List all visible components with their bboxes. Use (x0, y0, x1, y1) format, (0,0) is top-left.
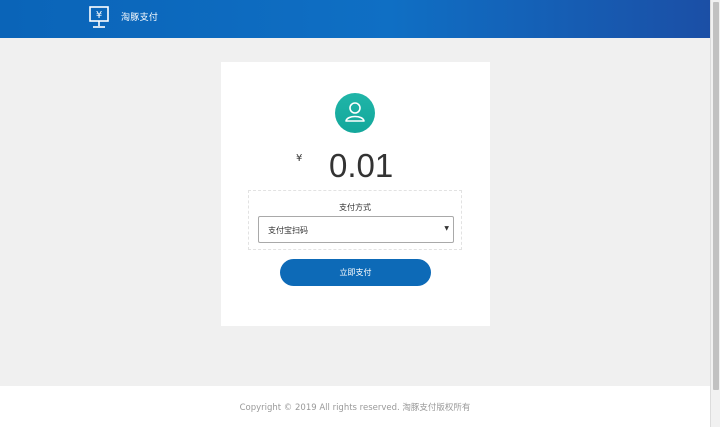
payment-method-label: 支付方式 (339, 203, 371, 212)
yen-monitor-icon[interactable]: ¥ (89, 6, 109, 30)
payment-method-section: 支付方式 支付宝扫码 ▼ (248, 190, 462, 250)
brand-name[interactable]: 淘豚支付 (121, 12, 158, 24)
avatar (335, 93, 375, 133)
scrollbar-thumb[interactable] (713, 2, 719, 390)
dropdown-arrow-icon: ▼ (444, 225, 449, 232)
top-header: ¥ 淘豚支付 (0, 0, 710, 38)
payment-amount: 0.01 (329, 147, 394, 184)
user-icon (345, 102, 365, 122)
payment-card: ¥ 0.01 支付方式 支付宝扫码 ▼ 立即支付 (221, 62, 490, 326)
footer: Copyright © 2019 All rights reserved. 淘豚… (0, 386, 710, 427)
currency-symbol: ¥ (296, 153, 303, 164)
vertical-scrollbar[interactable] (710, 0, 720, 427)
svg-text:¥: ¥ (96, 10, 102, 21)
payment-method-select[interactable]: 支付宝扫码 ▼ (258, 216, 454, 243)
selected-method: 支付宝扫码 (268, 226, 308, 235)
copyright-text: Copyright © 2019 All rights reserved. 淘豚… (239, 403, 471, 413)
pay-now-button[interactable]: 立即支付 (280, 259, 431, 286)
